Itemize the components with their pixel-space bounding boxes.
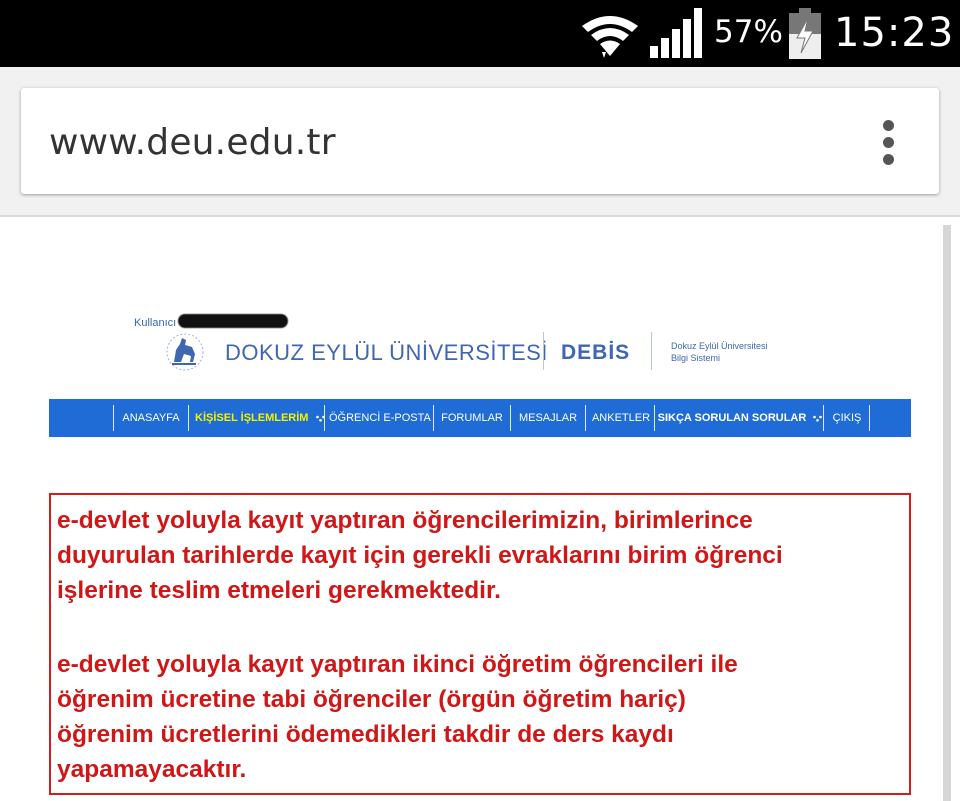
announcement-paragraph: e-devlet yoluyla kayıt yaptıran öğrencil… (57, 507, 783, 604)
nav-separator (510, 405, 511, 431)
nav-separator (324, 405, 325, 431)
url-text[interactable]: www.deu.edu.tr (49, 122, 336, 163)
system-full-name-line2: Bilgi Sistemi (671, 353, 721, 363)
nav-separator (823, 405, 824, 431)
nav-item-sikca-sorulan-sorular[interactable]: SIKÇA SORULAN SORULAR (656, 406, 824, 430)
university-name[interactable]: DOKUZ EYLÜL ÜNİVERSİTESİ (225, 340, 548, 366)
battery-charging-icon (789, 8, 821, 59)
web-page: Kullanıcı DOKUZ EYLÜL ÜNİVERSİTESİ DEBİS… (0, 219, 960, 801)
nav-item-anasayfa[interactable]: ANASAYFA (117, 406, 185, 430)
url-bar[interactable]: www.deu.edu.tr (21, 88, 939, 194)
browser-toolbar: www.deu.edu.tr (0, 67, 960, 217)
nav-item-label: SIKÇA SORULAN SORULAR (657, 412, 807, 424)
nav-separator (188, 405, 189, 431)
clock: 15:23 (834, 10, 955, 56)
wifi-icon (582, 16, 638, 58)
dropdown-icon (813, 415, 823, 422)
nav-separator (869, 405, 870, 431)
nav-item-mesajlar[interactable]: MESAJLAR (515, 406, 581, 430)
university-logo-icon[interactable] (162, 332, 208, 372)
nav-separator (585, 405, 586, 431)
signal-icon (650, 8, 702, 58)
page-scrollbar[interactable] (943, 225, 951, 801)
header-divider (651, 332, 652, 370)
main-nav: ANASAYFA KİŞİSEL İŞLEMLERİM ÖĞRENCİ E-PO… (49, 399, 911, 437)
overflow-menu-icon[interactable] (883, 120, 897, 166)
system-full-name-line1: Dokuz Eylül Üniversitesi (671, 341, 768, 351)
nav-separator (113, 405, 114, 431)
battery-percent: 57% (714, 14, 783, 50)
nav-item-ogrenci-eposta[interactable]: ÖĞRENCİ E-POSTA (329, 406, 431, 430)
announcement-box: e-devlet yoluyla kayıt yaptıran öğrencil… (49, 493, 911, 795)
header-divider (543, 332, 544, 370)
nav-separator (654, 405, 655, 431)
user-label: Kullanıcı (134, 317, 177, 329)
nav-item-label: KİŞİSEL İŞLEMLERİM (195, 412, 309, 424)
nav-item-kisisel-islemlerim[interactable]: KİŞİSEL İŞLEMLERİM (195, 406, 325, 430)
nav-item-forumlar[interactable]: FORUMLAR (438, 406, 506, 430)
nav-item-anketler[interactable]: ANKETLER (590, 406, 652, 430)
nav-separator (433, 405, 434, 431)
status-bar: 57% 15:23 (0, 0, 960, 67)
debis-logo[interactable]: DEBİS (561, 341, 630, 365)
redacted-username (178, 314, 288, 328)
nav-item-cikis[interactable]: ÇIKIŞ (827, 406, 867, 430)
announcement-paragraph: e-devlet yoluyla kayıt yaptıran ikinci ö… (57, 651, 738, 783)
